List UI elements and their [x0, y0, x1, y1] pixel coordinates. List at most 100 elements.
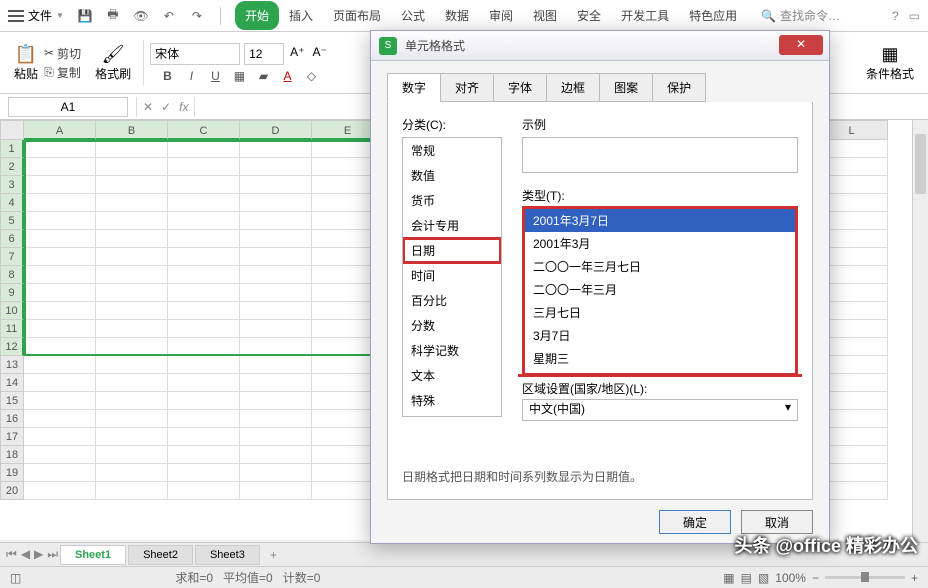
- row-header[interactable]: 5: [0, 212, 24, 230]
- cell[interactable]: [24, 446, 96, 464]
- ribbon-tab-0[interactable]: 开始: [235, 1, 279, 30]
- cell[interactable]: [96, 212, 168, 230]
- sheet-nav-next-icon[interactable]: ▶: [34, 547, 43, 562]
- category-item[interactable]: 百分比: [403, 288, 501, 313]
- dialog-tab[interactable]: 字体: [493, 73, 547, 102]
- type-item[interactable]: 2001年3月: [525, 232, 795, 255]
- cell[interactable]: [24, 356, 96, 374]
- row-header[interactable]: 14: [0, 374, 24, 392]
- cell[interactable]: [240, 176, 312, 194]
- normal-view-icon[interactable]: ▦: [723, 571, 734, 585]
- cell[interactable]: [96, 482, 168, 500]
- cell[interactable]: [168, 482, 240, 500]
- cell[interactable]: [240, 266, 312, 284]
- cell[interactable]: [24, 464, 96, 482]
- cell[interactable]: [24, 428, 96, 446]
- dialog-tab[interactable]: 数字: [387, 73, 441, 102]
- zoom-value[interactable]: 100%: [775, 571, 806, 585]
- category-item[interactable]: 常规: [403, 138, 501, 163]
- dialog-tab[interactable]: 边框: [546, 73, 600, 102]
- cell[interactable]: [240, 356, 312, 374]
- type-list[interactable]: 2001年3月7日2001年3月二〇〇一年三月七日二〇〇一年三月三月七日3月7日…: [522, 206, 798, 376]
- italic-button[interactable]: I: [182, 69, 200, 83]
- confirm-edit-icon[interactable]: ✓: [161, 100, 171, 114]
- paste-button[interactable]: 📋 粘贴: [8, 42, 44, 84]
- font-size-select[interactable]: [244, 43, 284, 65]
- category-item[interactable]: 特殊: [403, 388, 501, 413]
- row-header[interactable]: 4: [0, 194, 24, 212]
- cell[interactable]: [24, 410, 96, 428]
- cancel-button[interactable]: 取消: [741, 510, 813, 534]
- cell[interactable]: [168, 392, 240, 410]
- cell[interactable]: [168, 446, 240, 464]
- ribbon-tab-2[interactable]: 页面布局: [323, 1, 391, 30]
- row-header[interactable]: 7: [0, 248, 24, 266]
- cell[interactable]: [168, 140, 240, 158]
- increase-font-icon[interactable]: A⁺: [288, 43, 306, 65]
- ribbon-tab-6[interactable]: 视图: [523, 1, 567, 30]
- cell[interactable]: [96, 338, 168, 356]
- cell[interactable]: [240, 374, 312, 392]
- cell[interactable]: [240, 338, 312, 356]
- row-header[interactable]: 1: [0, 140, 24, 158]
- cell[interactable]: [96, 230, 168, 248]
- dialog-tab[interactable]: 对齐: [440, 73, 494, 102]
- cell[interactable]: [24, 176, 96, 194]
- cell[interactable]: [24, 248, 96, 266]
- preview-icon[interactable]: 👁: [130, 5, 152, 27]
- category-item[interactable]: 会计专用: [403, 213, 501, 238]
- name-box[interactable]: A1: [8, 97, 128, 117]
- cell[interactable]: [168, 302, 240, 320]
- row-header[interactable]: 17: [0, 428, 24, 446]
- cell[interactable]: [240, 158, 312, 176]
- category-item[interactable]: 自定义: [403, 413, 501, 417]
- copy-button[interactable]: ⎘复制: [44, 64, 81, 81]
- cut-button[interactable]: ✂剪切: [44, 45, 81, 62]
- cell[interactable]: [240, 392, 312, 410]
- cell[interactable]: [24, 266, 96, 284]
- bold-button[interactable]: B: [158, 69, 176, 83]
- cell[interactable]: [168, 176, 240, 194]
- save-icon[interactable]: 💾: [74, 5, 96, 27]
- row-header[interactable]: 6: [0, 230, 24, 248]
- category-item[interactable]: 时间: [403, 263, 501, 288]
- cell[interactable]: [24, 140, 96, 158]
- cell[interactable]: [24, 212, 96, 230]
- sheet-nav-last-icon[interactable]: ⏭: [47, 547, 58, 562]
- column-header[interactable]: C: [168, 120, 240, 140]
- row-header[interactable]: 9: [0, 284, 24, 302]
- sheet-tab[interactable]: Sheet3: [195, 545, 260, 565]
- ribbon-tab-5[interactable]: 审阅: [479, 1, 523, 30]
- cell[interactable]: [168, 374, 240, 392]
- column-header[interactable]: A: [24, 120, 96, 140]
- row-header[interactable]: 3: [0, 176, 24, 194]
- row-header[interactable]: 10: [0, 302, 24, 320]
- cell[interactable]: [168, 338, 240, 356]
- page-view-icon[interactable]: ▤: [741, 571, 752, 585]
- ok-button[interactable]: 确定: [659, 510, 731, 534]
- zoom-in-icon[interactable]: +: [911, 571, 918, 585]
- type-item[interactable]: 星期三: [525, 347, 795, 370]
- cell[interactable]: [96, 374, 168, 392]
- add-sheet-button[interactable]: +: [262, 545, 285, 565]
- sheet-nav-prev-icon[interactable]: ◀: [21, 547, 30, 562]
- file-dropdown-icon[interactable]: ▼: [56, 11, 64, 20]
- cell[interactable]: [96, 356, 168, 374]
- cell[interactable]: [24, 284, 96, 302]
- cell[interactable]: [96, 140, 168, 158]
- zoom-slider[interactable]: [825, 576, 905, 579]
- sheet-nav-first-icon[interactable]: ⏮: [6, 547, 17, 562]
- cell[interactable]: [168, 320, 240, 338]
- undo-icon[interactable]: ↶: [158, 5, 180, 27]
- menu-icon[interactable]: [8, 10, 24, 22]
- type-item[interactable]: 二〇〇一年三月: [525, 278, 795, 301]
- font-color-button[interactable]: A: [278, 69, 296, 83]
- pagebreak-view-icon[interactable]: ▧: [758, 571, 769, 585]
- cell[interactable]: [168, 248, 240, 266]
- ribbon-tab-4[interactable]: 数据: [435, 1, 479, 30]
- row-header[interactable]: 16: [0, 410, 24, 428]
- cell[interactable]: [240, 194, 312, 212]
- row-header[interactable]: 15: [0, 392, 24, 410]
- ribbon-tab-1[interactable]: 插入: [279, 1, 323, 30]
- dialog-titlebar[interactable]: S 单元格格式 ✕: [371, 31, 829, 61]
